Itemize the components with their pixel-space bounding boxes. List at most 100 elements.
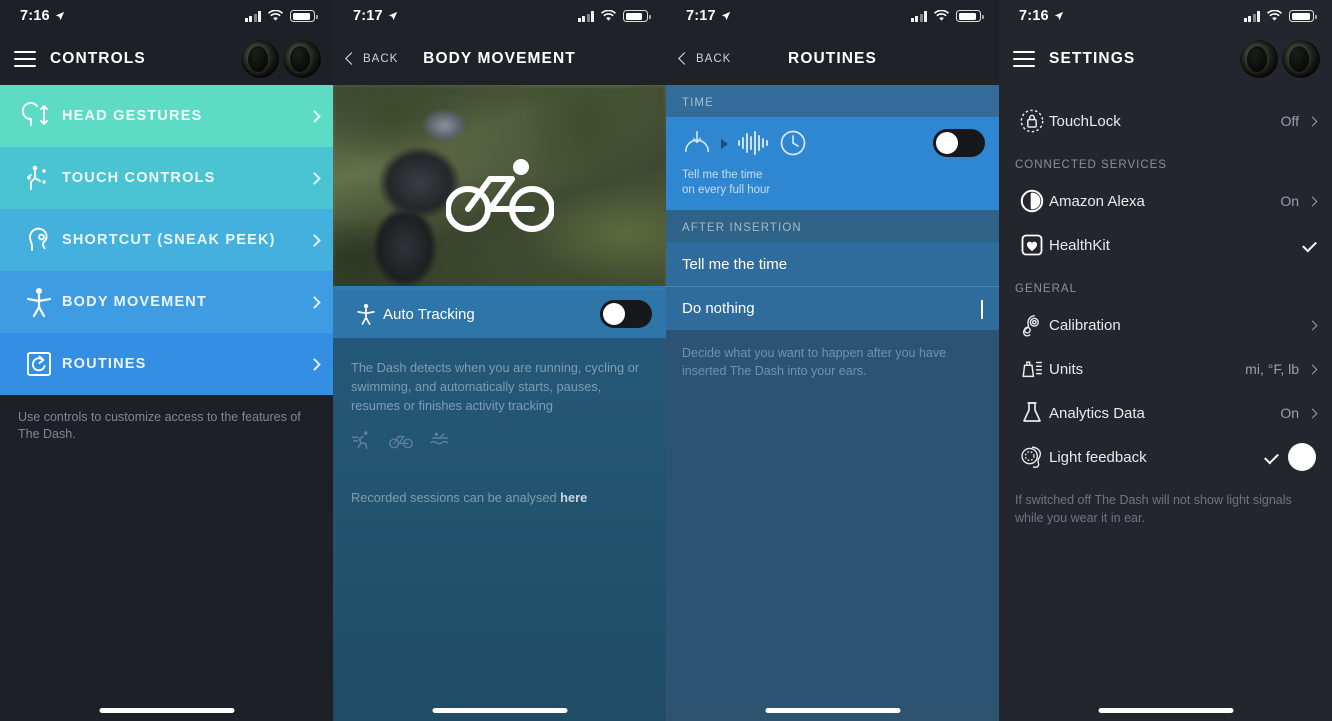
analysed-prefix: Recorded sessions can be analysed	[351, 490, 561, 505]
running-icon	[351, 429, 373, 456]
nav-bar-settings: SETTINGS	[999, 32, 1332, 85]
controls-footer-text: Use controls to customize access to the …	[18, 410, 301, 441]
auto-tracking-description: The Dash detects when you are running, c…	[351, 360, 640, 413]
chevron-right-icon	[308, 295, 321, 309]
location-arrow-icon	[55, 11, 64, 21]
settings-row-analytics-data[interactable]: Analytics Data On	[999, 391, 1332, 435]
back-label: BACK	[363, 52, 399, 65]
nav-bar-controls: CONTROLS	[0, 32, 333, 85]
analysed-link-line: Recorded sessions can be analysed here	[351, 490, 648, 505]
panel-body-movement: 7:17 BACK BODY MOVEMENT Auto Tracking Th…	[333, 0, 666, 721]
battery-full-icon	[1289, 10, 1317, 22]
settings-top-gap	[999, 85, 1332, 99]
light-feedback-icon	[1015, 444, 1049, 470]
home-indicator	[432, 708, 567, 713]
location-arrow-icon	[721, 11, 730, 21]
settings-row-label: Units	[1049, 360, 1084, 378]
section-header-connected-services: CONNECTED SERVICES	[1015, 159, 1167, 171]
status-indicators	[577, 10, 651, 22]
sidebar-item-label: BODY MOVEMENT	[62, 294, 208, 310]
waveform-icon	[737, 130, 771, 161]
sidebar-item-touch-controls[interactable]: TOUCH CONTROLS	[0, 147, 333, 209]
routine-time-info: Tell me the time on every full hour	[682, 129, 933, 198]
cycling-icon	[389, 429, 413, 456]
routine-time-toggle[interactable]	[933, 129, 985, 157]
routine-time-row[interactable]: Tell me the time on every full hour	[666, 117, 999, 210]
swimming-icon	[429, 429, 453, 456]
option-tell-me-the-time[interactable]: Tell me the time	[666, 242, 999, 286]
battery-full-icon	[290, 10, 318, 22]
back-button[interactable]: BACK	[678, 52, 731, 65]
routine-time-subtitle: Tell me the time on every full hour	[682, 169, 771, 196]
panel-settings: 7:16 SETTINGS TouchLock Off CONNECTED SE…	[999, 0, 1332, 721]
hamburger-menu-icon[interactable]	[14, 50, 36, 67]
light-feedback-toggle[interactable]	[1288, 443, 1316, 471]
selected-check-icon	[981, 300, 983, 319]
head-gesture-icon	[16, 101, 62, 131]
settings-row-value: mi, °F, lb	[1245, 361, 1318, 377]
status-bar: 7:17	[666, 0, 999, 32]
sidebar-item-label: SHORTCUT (SNEAK PEEK)	[62, 232, 276, 248]
sidebar-item-body-movement[interactable]: BODY MOVEMENT	[0, 271, 333, 333]
chevron-right-icon	[1307, 364, 1318, 374]
sidebar-item-routines[interactable]: ROUTINES	[0, 333, 333, 395]
settings-row-label: Amazon Alexa	[1049, 192, 1145, 210]
settings-row-value	[1302, 237, 1317, 253]
insert-earbud-icon	[682, 129, 712, 162]
after-insertion-footer-text: Decide what you want to happen after you…	[666, 330, 999, 394]
activity-icons	[351, 429, 648, 456]
routines-empty-area	[666, 394, 999, 704]
analytics-flask-icon	[1015, 400, 1049, 426]
cellular-bars-icon	[1243, 10, 1260, 22]
routine-icon-sequence	[682, 129, 933, 162]
option-do-nothing[interactable]: Do nothing	[666, 286, 999, 330]
auto-tracking-toggle[interactable]	[600, 300, 652, 328]
sidebar-item-head-gestures[interactable]: HEAD GESTURES	[0, 85, 333, 147]
status-bar: 7:16	[999, 0, 1332, 32]
chevron-right-icon	[1307, 320, 1318, 330]
status-indicators	[244, 10, 318, 22]
status-time-group: 7:16	[20, 8, 65, 24]
chevron-right-icon	[308, 233, 321, 247]
chevron-right-icon	[1307, 116, 1318, 126]
hamburger-menu-icon[interactable]	[1013, 50, 1035, 67]
cellular-bars-icon	[577, 10, 594, 22]
settings-row-calibration[interactable]: Calibration	[999, 303, 1332, 347]
nav-bar-body-movement: BACK BODY MOVEMENT	[333, 32, 666, 85]
settings-row-amazon-alexa[interactable]: Amazon Alexa On	[999, 179, 1332, 223]
home-indicator	[1098, 708, 1233, 713]
bicycle-icon	[445, 157, 555, 240]
settings-row-value: On	[1280, 405, 1318, 421]
settings-row-label: Light feedback	[1049, 448, 1147, 466]
wifi-icon	[600, 10, 617, 21]
battery-full-icon	[956, 10, 984, 22]
settings-row-label: TouchLock	[1049, 112, 1121, 130]
units-scale-icon	[1015, 356, 1049, 382]
sidebar-item-shortcut-sneak-peek[interactable]: SHORTCUT (SNEAK PEEK)	[0, 209, 333, 271]
here-link[interactable]: here	[560, 490, 587, 505]
status-time-group: 7:17	[353, 8, 398, 24]
settings-row-value: Off	[1281, 113, 1318, 129]
routines-icon	[16, 349, 62, 379]
settings-row-light-feedback[interactable]: Light feedback	[999, 435, 1332, 479]
section-header-time: TIME	[666, 85, 999, 117]
check-icon	[1264, 449, 1279, 465]
wifi-icon	[267, 10, 284, 21]
home-indicator	[765, 708, 900, 713]
status-time: 7:16	[1019, 8, 1049, 24]
earbuds-icon[interactable]	[241, 39, 321, 78]
status-time-group: 7:16	[1019, 8, 1064, 24]
status-time: 7:17	[686, 8, 716, 24]
settings-row-units[interactable]: Units mi, °F, lb	[999, 347, 1332, 391]
settings-row-value: On	[1280, 193, 1318, 209]
panel-controls: 7:16 CONTROLS HEAD GESTURES TOUCH CONTRO…	[0, 0, 333, 721]
earbuds-icon[interactable]	[1240, 39, 1320, 78]
back-button[interactable]: BACK	[345, 52, 399, 65]
chevron-right-icon	[308, 171, 321, 185]
chevron-left-icon	[345, 52, 358, 65]
settings-row-healthkit[interactable]: HealthKit	[999, 223, 1332, 267]
settings-row-touchlock[interactable]: TouchLock Off	[999, 99, 1332, 143]
auto-tracking-row[interactable]: Auto Tracking	[333, 290, 666, 338]
sidebar-item-label: ROUTINES	[62, 356, 147, 372]
play-arrow-icon	[720, 137, 729, 155]
